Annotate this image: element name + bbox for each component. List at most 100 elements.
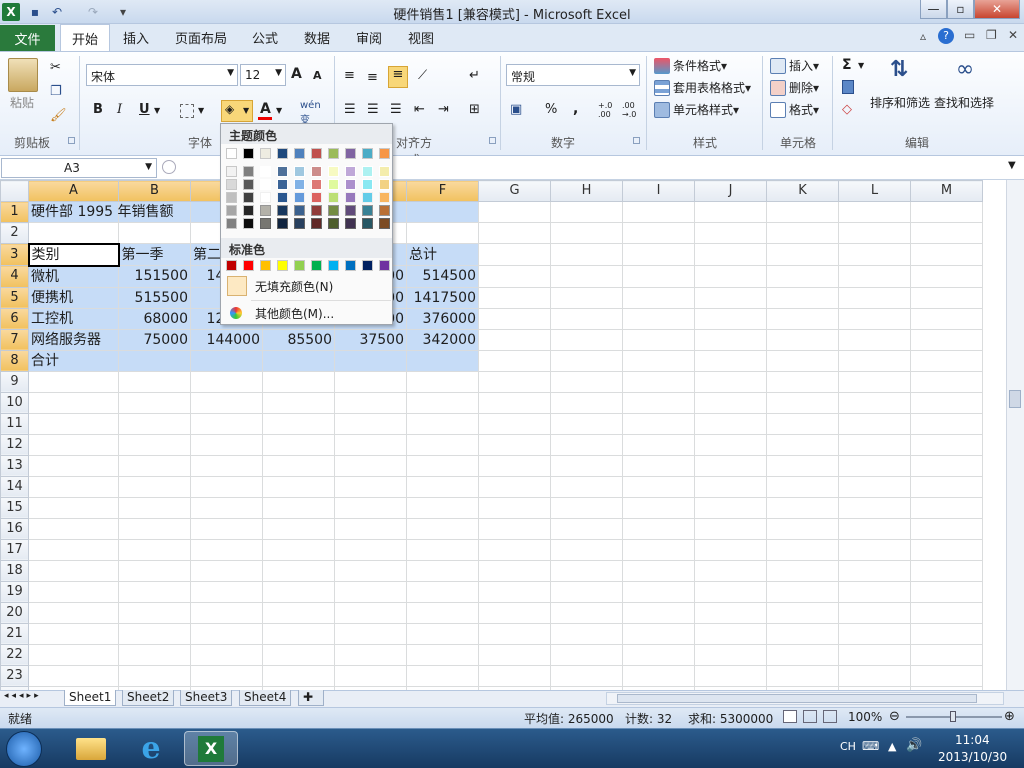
cell-c16[interactable]: [190, 517, 263, 540]
cell-b19[interactable]: [118, 580, 191, 603]
cell-l9[interactable]: [838, 370, 911, 393]
workbook-restore-icon[interactable]: ❐: [986, 28, 997, 42]
insert-cells-button[interactable]: 插入 ▾: [770, 57, 819, 74]
cell-a8[interactable]: 合计: [28, 349, 119, 372]
cell-f13[interactable]: [406, 454, 479, 477]
cell-k12[interactable]: [766, 433, 839, 456]
cell-g13[interactable]: [478, 454, 551, 477]
cell-j13[interactable]: [694, 454, 767, 477]
cell-a18[interactable]: [28, 559, 119, 582]
cell-a12[interactable]: [28, 433, 119, 456]
save-icon[interactable]: ▪: [26, 3, 44, 21]
theme-color-shade-swatch[interactable]: [362, 166, 373, 177]
column-header[interactable]: K: [766, 180, 839, 202]
formula-cancel-icon[interactable]: [162, 160, 176, 174]
column-header[interactable]: L: [838, 180, 911, 202]
cell-b11[interactable]: [118, 412, 191, 435]
cell-j3[interactable]: [694, 243, 767, 266]
cell-m13[interactable]: [910, 454, 983, 477]
cell-j19[interactable]: [694, 580, 767, 603]
cell-j10[interactable]: [694, 391, 767, 414]
scroll-thumb[interactable]: [1009, 390, 1021, 408]
cut-icon[interactable]: ✂: [50, 60, 61, 75]
sheet-tab-sheet4[interactable]: Sheet4: [239, 690, 292, 706]
cell-e12[interactable]: [334, 433, 407, 456]
format-painter-icon[interactable]: 🖌: [50, 108, 67, 123]
column-header[interactable]: H: [550, 180, 623, 202]
cell-f18[interactable]: [406, 559, 479, 582]
cell-k6[interactable]: [766, 307, 839, 330]
row-header[interactable]: 10: [0, 391, 29, 414]
cell-j5[interactable]: [694, 286, 767, 309]
cell-m20[interactable]: [910, 601, 983, 624]
cell-h23[interactable]: [550, 664, 623, 687]
cell-b3[interactable]: 第一季: [118, 243, 191, 266]
theme-color-shade-swatch[interactable]: [260, 205, 271, 216]
row-header[interactable]: 23: [0, 664, 29, 687]
align-left-icon[interactable]: ☰: [344, 102, 356, 117]
comma-button[interactable]: ,: [573, 101, 578, 117]
cell-m23[interactable]: [910, 664, 983, 687]
row-header[interactable]: 11: [0, 412, 29, 435]
redo-icon[interactable]: ↷: [84, 3, 102, 21]
horizontal-scrollbar[interactable]: [606, 692, 1004, 705]
cell-f11[interactable]: [406, 412, 479, 435]
cell-l14[interactable]: [838, 475, 911, 498]
cell-d9[interactable]: [262, 370, 335, 393]
cell-g20[interactable]: [478, 601, 551, 624]
cell-k14[interactable]: [766, 475, 839, 498]
tab-formulas[interactable]: 公式: [244, 24, 286, 51]
cell-m15[interactable]: [910, 496, 983, 519]
cell-g12[interactable]: [478, 433, 551, 456]
column-header[interactable]: M: [910, 180, 983, 202]
cell-f6[interactable]: 376000: [406, 307, 479, 330]
theme-color-swatch[interactable]: [362, 148, 373, 159]
standard-color-swatch[interactable]: [328, 260, 339, 271]
maximize-button[interactable]: ▫: [947, 0, 974, 19]
keyboard-icon[interactable]: ⌨: [862, 739, 879, 753]
row-header[interactable]: 22: [0, 643, 29, 666]
cell-d16[interactable]: [262, 517, 335, 540]
find-select-button[interactable]: 查找和选择: [934, 94, 994, 111]
cell-c12[interactable]: [190, 433, 263, 456]
volume-icon[interactable]: 🔊: [906, 738, 922, 753]
cell-c13[interactable]: [190, 454, 263, 477]
fill-down-icon[interactable]: [842, 80, 854, 94]
zoom-level[interactable]: 100%: [848, 710, 882, 724]
cell-k9[interactable]: [766, 370, 839, 393]
cell-c23[interactable]: [190, 664, 263, 687]
help-icon[interactable]: ?: [938, 28, 954, 44]
column-header[interactable]: G: [478, 180, 551, 202]
theme-color-shade-swatch[interactable]: [345, 205, 356, 216]
theme-color-shade-swatch[interactable]: [294, 192, 305, 203]
cell-c15[interactable]: [190, 496, 263, 519]
cell-h20[interactable]: [550, 601, 623, 624]
cell-c7[interactable]: 144000: [190, 328, 263, 351]
tab-data[interactable]: 数据: [296, 24, 338, 51]
language-indicator[interactable]: CH: [840, 740, 856, 753]
close-button[interactable]: ✕: [974, 0, 1020, 19]
cell-k7[interactable]: [766, 328, 839, 351]
cell-e10[interactable]: [334, 391, 407, 414]
tab-home[interactable]: 开始: [60, 24, 110, 51]
sheet-tab-sheet1[interactable]: Sheet1: [64, 690, 117, 706]
align-center-icon[interactable]: ☰: [367, 102, 379, 117]
theme-color-shade-swatch[interactable]: [260, 166, 271, 177]
column-header[interactable]: F: [406, 180, 479, 202]
cell-j20[interactable]: [694, 601, 767, 624]
standard-color-swatch[interactable]: [379, 260, 390, 271]
number-format-combo[interactable]: 常规 ▼: [506, 64, 640, 86]
theme-color-shade-swatch[interactable]: [328, 218, 339, 229]
horizontal-scroll-thumb[interactable]: [617, 694, 977, 703]
theme-color-shade-swatch[interactable]: [362, 179, 373, 190]
autosum-button[interactable]: Σ: [842, 57, 852, 73]
row-header[interactable]: 5: [0, 286, 29, 309]
row-header[interactable]: 16: [0, 517, 29, 540]
excel-logo-icon[interactable]: X: [2, 3, 20, 21]
zoom-out-icon[interactable]: ⊖: [889, 709, 900, 724]
theme-color-shade-swatch[interactable]: [379, 192, 390, 203]
cell-m22[interactable]: [910, 643, 983, 666]
cell-f20[interactable]: [406, 601, 479, 624]
cell-c18[interactable]: [190, 559, 263, 582]
cell-l5[interactable]: [838, 286, 911, 309]
